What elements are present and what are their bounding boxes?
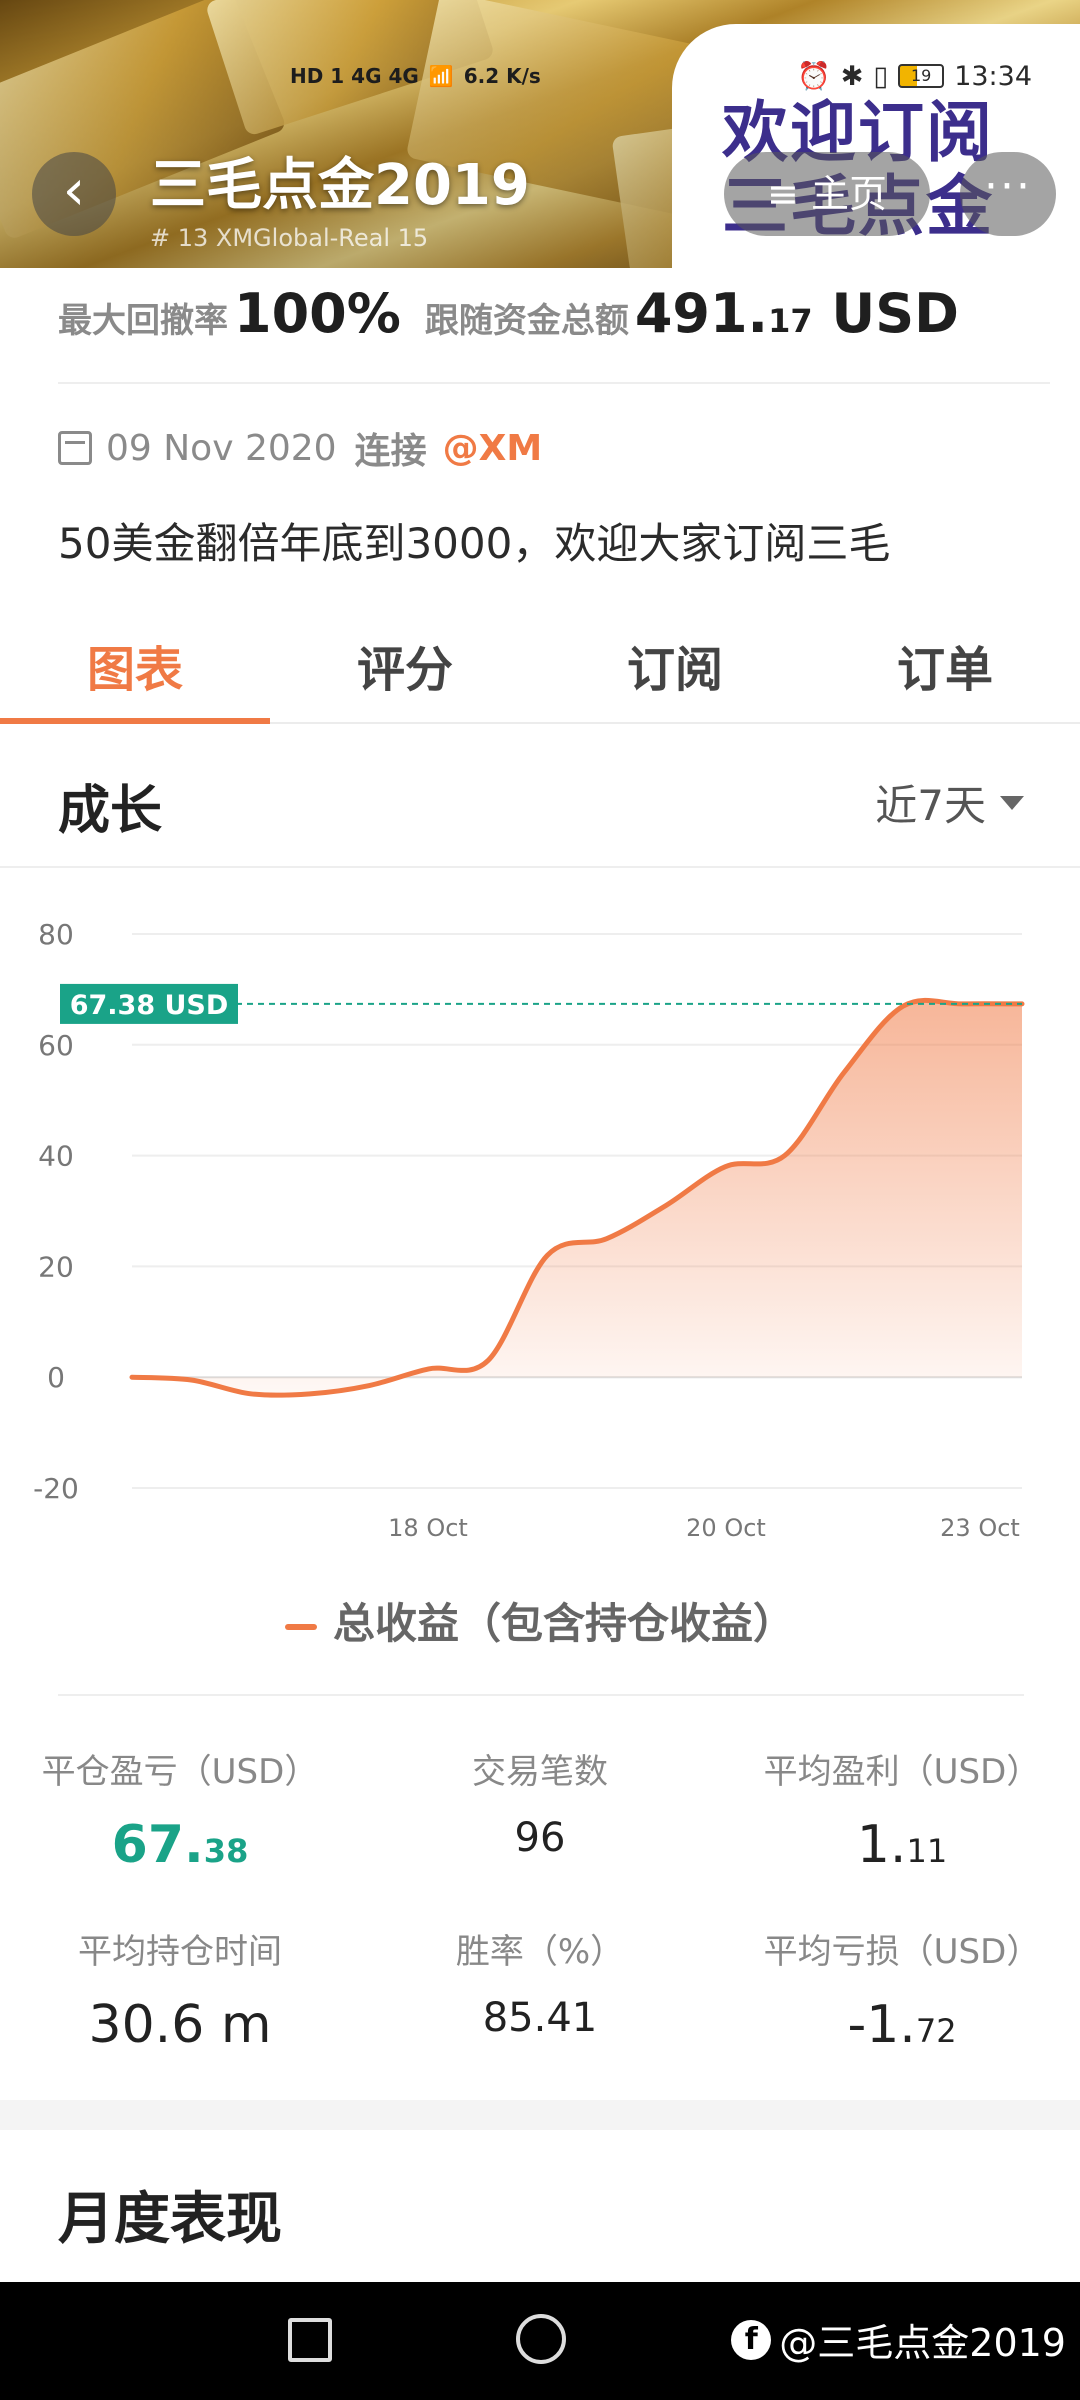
avg-loss-label: 平均亏损（USD） [763,1932,1041,1972]
closed-pl-dec: 38 [203,1832,249,1870]
watermark: f @三毛点金2019 [731,2312,1066,2367]
chart-legend: 总收益（包含持仓收益） [0,1590,1080,1651]
broker-link[interactable]: @XM [443,428,543,469]
home-button[interactable]: ≡ 主页 [724,152,930,236]
legend-label: 总收益（包含持仓收益） [332,1599,795,1648]
tab-orders[interactable]: 订单 [810,628,1080,722]
summary-row: 最大回撤率 100% 跟随资金总额 491.17 USD [58,282,1048,352]
avg-loss-dec: 72 [915,2012,957,2050]
max-drawdown-label: 最大回撤率 [58,301,228,341]
home-nav-button[interactable] [516,2314,566,2364]
avg-loss-value: -1.72 [752,1995,1052,2055]
stat-avg-loss: 平均亏损（USD） -1.72 [752,1924,1052,2055]
back-button[interactable]: ‹ [32,152,116,236]
system-nav-bar: f @三毛点金2019 [0,2282,1080,2400]
strategy-description: 50美金翻倍年底到3000，欢迎大家订阅三毛 [58,519,891,568]
date-row: 09 Nov 2020 连接 @XM [58,420,542,476]
legend-swatch [284,1623,317,1630]
network-indicator: HD 1 4G 4G [290,64,419,88]
win-rate-value: 85.41 [482,1995,598,2041]
max-drawdown-value: 100% [234,282,401,345]
stat-avg-profit: 平均盈利（USD） 1.11 [752,1744,1052,1875]
y-tick-label: -20 [33,1472,79,1505]
avg-profit-dec: 11 [906,1832,948,1870]
avg-profit-label: 平均盈利（USD） [763,1752,1041,1792]
x-tick-label: 20 Oct [686,1514,766,1542]
avg-profit-value: 1.11 [752,1815,1052,1875]
period-value: 近7天 [875,781,986,830]
more-button[interactable]: ··· [960,152,1056,236]
tab-rating[interactable]: 评分 [270,628,540,722]
header-banner: HD 1 4G 4G 📶 6.2 K/s 欢迎订阅 三毛点金 ⏰ ✱ ▯ 19 … [0,0,1080,268]
avg-loss-int: -1. [847,1995,916,2055]
bluetooth-icon: ✱ [840,60,864,92]
tab-subscribe[interactable]: 订阅 [540,628,810,722]
series-area [132,1000,1022,1396]
vibrate-icon: ▯ [873,60,889,92]
clock: 13:34 [954,60,1032,92]
more-icon: ··· [984,161,1032,212]
avg-profit-int: 1. [856,1815,907,1875]
menu-icon: ≡ [767,172,811,216]
y-tick-label: 0 [47,1361,65,1394]
battery-icon: 19 [898,64,945,88]
recent-apps-button[interactable] [288,2318,332,2362]
divider [0,866,1080,868]
trades-value: 96 [514,1815,566,1861]
stat-trades: 交易笔数 96 [390,1744,690,1861]
start-date: 09 Nov 2020 [106,427,337,469]
follow-funds-unit: USD [831,282,959,345]
y-tick-label: 80 [38,918,74,951]
calendar-icon [58,431,92,465]
win-rate-label: 胜率（%） [455,1932,625,1972]
closed-pl-label: 平仓盈亏（USD） [41,1752,319,1792]
monthly-title: 月度表现 [58,2187,282,2252]
caret-down-icon [1000,795,1024,810]
signal-icon: 📶 [428,64,454,88]
x-tick-label: 23 Oct [940,1514,1020,1542]
y-tick-label: 40 [38,1140,74,1173]
channel-title: 三毛点金2019 [150,153,530,218]
facebook-icon: f [731,2319,772,2360]
watermark-text: @三毛点金2019 [779,2321,1066,2365]
y-tick-label: 60 [38,1029,74,1062]
chevron-left-icon: ‹ [62,158,86,223]
home-label: 主页 [810,172,887,216]
closed-pl-int: 67. [111,1815,204,1875]
follow-funds-int: 491. [634,282,769,345]
connect-label: 连接 [354,431,427,472]
divider [58,382,1050,384]
stat-closed-pl: 平仓盈亏（USD） 67.38 [30,1744,330,1875]
avg-hold-label: 平均持仓时间 [78,1932,282,1972]
divider [58,1694,1024,1696]
follow-funds-label: 跟随资金总额 [424,301,629,341]
closed-pl-value: 67.38 [30,1815,330,1875]
status-bar-right: ⏰ ✱ ▯ 19 13:34 [797,56,1032,96]
growth-chart: 80 60 40 20 0 -20 18 Oct 20 Oct 23 Oct 67.38 USD [33,918,1025,1542]
follow-funds-dec: 17 [768,302,813,340]
section-gap [0,2100,1080,2130]
tab-bar: 图表 评分 订阅 订单 [0,628,1080,724]
trades-label: 交易笔数 [472,1752,608,1792]
tab-chart[interactable]: 图表 [0,628,270,724]
y-tick-label: 20 [38,1250,74,1283]
net-speed: 6.2 K/s [463,64,541,88]
account-subtitle: # 13 XMGlobal-Real 15 [150,224,429,252]
status-bar-network: HD 1 4G 4G 📶 6.2 K/s [290,56,541,96]
period-dropdown[interactable]: 近7天 [875,772,1024,833]
follow-funds-value: 491.17 USD [635,282,959,345]
alarm-icon: ⏰ [797,61,831,92]
current-value-label: 67.38 USD [70,990,229,1021]
stat-win-rate: 胜率（%） 85.41 [390,1924,690,2041]
growth-title: 成长 [58,781,163,841]
x-tick-label: 18 Oct [388,1514,468,1542]
stat-avg-hold: 平均持仓时间 30.6 m [30,1924,330,2055]
avg-hold-value: 30.6 m [88,1995,272,2055]
